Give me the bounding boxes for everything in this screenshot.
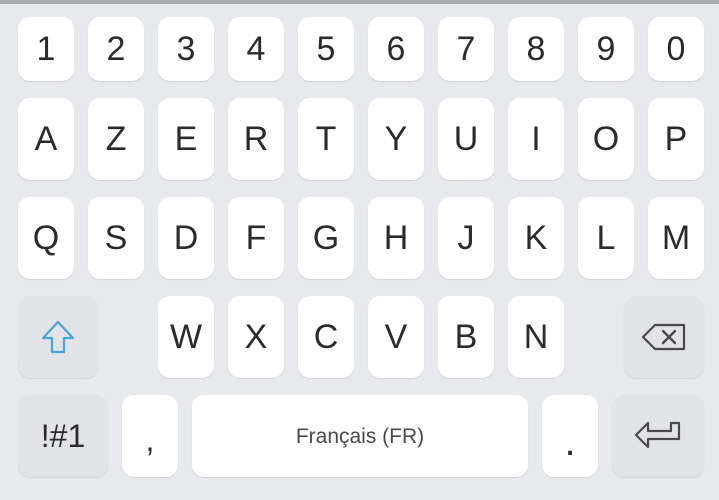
key-v[interactable]: V	[368, 296, 424, 378]
key-label: 6	[386, 30, 406, 68]
key-a[interactable]: A	[18, 98, 74, 180]
key-label: K	[524, 219, 548, 257]
key-label: 7	[456, 30, 476, 68]
key-label: L	[596, 219, 616, 257]
key-m[interactable]: M	[648, 197, 704, 279]
key-p[interactable]: P	[648, 98, 704, 180]
key-1[interactable]: 1	[18, 17, 74, 81]
key-u[interactable]: U	[438, 98, 494, 180]
key-label: 1	[36, 30, 56, 68]
key-h[interactable]: H	[368, 197, 424, 279]
key-label: E	[174, 120, 198, 158]
key-label: 4	[246, 30, 266, 68]
key-c[interactable]: C	[298, 296, 354, 378]
key-label: J	[457, 219, 475, 257]
symbols-key-label: !#1	[40, 418, 86, 454]
key-o[interactable]: O	[578, 98, 634, 180]
key-label: 0	[666, 30, 686, 68]
key-label: O	[592, 120, 620, 158]
enter-icon	[633, 420, 683, 452]
key-6[interactable]: 6	[368, 17, 424, 81]
key-label: V	[384, 318, 408, 356]
comma-key-label: ,	[145, 422, 155, 458]
key-s[interactable]: S	[88, 197, 144, 279]
key-7[interactable]: 7	[438, 17, 494, 81]
key-label: I	[531, 120, 541, 158]
key-z[interactable]: Z	[88, 98, 144, 180]
key-label: X	[244, 318, 268, 356]
key-b[interactable]: B	[438, 296, 494, 378]
key-label: Y	[384, 120, 408, 158]
key-label: P	[664, 120, 688, 158]
key-q[interactable]: Q	[18, 197, 74, 279]
key-2[interactable]: 2	[88, 17, 144, 81]
key-label: 2	[106, 30, 126, 68]
key-label: S	[104, 219, 128, 257]
key-k[interactable]: K	[508, 197, 564, 279]
key-label: R	[243, 120, 269, 158]
key-0[interactable]: 0	[648, 17, 704, 81]
enter-key[interactable]	[612, 395, 704, 477]
shift-key[interactable]	[18, 296, 98, 378]
key-label: N	[523, 318, 549, 356]
key-label: M	[661, 219, 691, 257]
key-5[interactable]: 5	[298, 17, 354, 81]
comma-key[interactable]: ,	[122, 395, 178, 477]
key-r[interactable]: R	[228, 98, 284, 180]
period-key[interactable]: .	[542, 395, 598, 477]
key-label: D	[173, 219, 199, 257]
shift-arrow-icon	[40, 319, 76, 355]
key-l[interactable]: L	[578, 197, 634, 279]
key-label: 9	[596, 30, 616, 68]
key-w[interactable]: W	[158, 296, 214, 378]
key-label: Q	[32, 219, 60, 257]
key-g[interactable]: G	[298, 197, 354, 279]
keyboard-top-border	[0, 0, 719, 4]
key-t[interactable]: T	[298, 98, 354, 180]
key-label: Z	[105, 120, 127, 158]
backspace-icon	[641, 323, 687, 351]
backspace-key[interactable]	[624, 296, 704, 378]
key-d[interactable]: D	[158, 197, 214, 279]
key-label: C	[313, 318, 339, 356]
key-label: 3	[176, 30, 196, 68]
key-9[interactable]: 9	[578, 17, 634, 81]
symbols-key[interactable]: !#1	[18, 395, 108, 477]
key-e[interactable]: E	[158, 98, 214, 180]
key-3[interactable]: 3	[158, 17, 214, 81]
key-label: W	[169, 318, 203, 356]
key-label: G	[312, 219, 340, 257]
key-j[interactable]: J	[438, 197, 494, 279]
space-bar[interactable]: Français (FR)	[192, 395, 528, 477]
key-label: B	[454, 318, 478, 356]
key-label: U	[453, 120, 479, 158]
key-y[interactable]: Y	[368, 98, 424, 180]
key-label: A	[34, 120, 58, 158]
key-x[interactable]: X	[228, 296, 284, 378]
space-bar-label: Français (FR)	[295, 424, 425, 448]
key-8[interactable]: 8	[508, 17, 564, 81]
key-i[interactable]: I	[508, 98, 564, 180]
key-n[interactable]: N	[508, 296, 564, 378]
key-4[interactable]: 4	[228, 17, 284, 81]
key-label: H	[383, 219, 409, 257]
key-label: T	[315, 120, 337, 158]
period-key-label: .	[564, 420, 576, 464]
key-label: 5	[316, 30, 336, 68]
key-f[interactable]: F	[228, 197, 284, 279]
key-label: F	[245, 219, 267, 257]
key-label: 8	[526, 30, 546, 68]
